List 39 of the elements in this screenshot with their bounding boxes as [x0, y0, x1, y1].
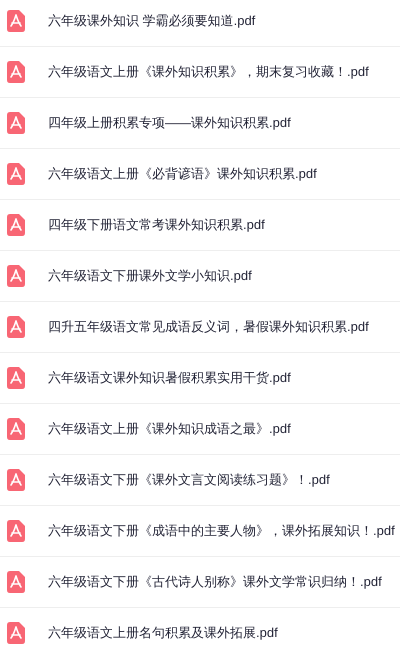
pdf-icon	[7, 571, 25, 593]
file-row[interactable]: 四年级下册语文常考课外知识积累.pdf	[0, 200, 400, 251]
file-name: 六年级课外知识 学霸必须要知道.pdf	[48, 12, 256, 30]
file-name: 六年级语文课外知识暑假积累实用干货.pdf	[48, 369, 291, 388]
file-row[interactable]: 四升五年级语文常见成语反义词，暑假课外知识积累.pdf	[0, 302, 400, 353]
pdf-icon	[7, 10, 25, 32]
file-name: 六年级语文上册《课外知识积累》，期末复习收藏！.pdf	[48, 63, 369, 82]
pdf-icon	[7, 469, 25, 491]
file-name: 六年级语文上册《必背谚语》课外知识积累.pdf	[48, 165, 317, 184]
file-name: 六年级语文上册《课外知识成语之最》.pdf	[48, 420, 291, 438]
pdf-icon	[7, 265, 25, 287]
file-row[interactable]: 六年级语文上册名句积累及课外拓展.pdf	[0, 608, 400, 653]
file-name: 六年级语文上册名句积累及课外拓展.pdf	[48, 624, 278, 642]
pdf-icon	[7, 61, 25, 83]
file-name: 六年级语文下册课外文学小知识.pdf	[48, 267, 252, 286]
file-row[interactable]: 六年级课外知识 学霸必须要知道.pdf	[0, 0, 400, 47]
file-row[interactable]: 四年级上册积累专项——课外知识积累.pdf	[0, 98, 400, 149]
file-row[interactable]: 六年级语文下册课外文学小知识.pdf	[0, 251, 400, 302]
file-row[interactable]: 六年级语文课外知识暑假积累实用干货.pdf	[0, 353, 400, 404]
file-name: 四升五年级语文常见成语反义词，暑假课外知识积累.pdf	[48, 318, 369, 336]
file-name: 四年级下册语文常考课外知识积累.pdf	[48, 216, 265, 234]
pdf-icon	[7, 316, 25, 338]
file-row[interactable]: 六年级语文上册《课外知识成语之最》.pdf	[0, 404, 400, 455]
pdf-icon	[7, 112, 25, 134]
pdf-icon	[7, 367, 25, 389]
pdf-icon	[7, 214, 25, 236]
pdf-icon	[7, 163, 25, 185]
file-row[interactable]: 六年级语文上册《必背谚语》课外知识积累.pdf	[0, 149, 400, 200]
file-row[interactable]: 六年级语文下册《课外文言文阅读练习题》！.pdf	[0, 455, 400, 506]
pdf-icon	[7, 520, 25, 542]
file-name: 六年级语文下册《古代诗人别称》课外文学常识归纳！.pdf	[48, 573, 382, 592]
pdf-icon	[7, 622, 25, 644]
file-row[interactable]: 六年级语文下册《古代诗人别称》课外文学常识归纳！.pdf	[0, 557, 400, 608]
file-name: 六年级语文下册《课外文言文阅读练习题》！.pdf	[48, 471, 330, 490]
file-row[interactable]: 六年级语文下册《成语中的主要人物》，课外拓展知识！.pdf	[0, 506, 400, 557]
file-row[interactable]: 六年级语文上册《课外知识积累》，期末复习收藏！.pdf	[0, 47, 400, 98]
pdf-icon	[7, 418, 25, 440]
file-name: 六年级语文下册《成语中的主要人物》，课外拓展知识！.pdf	[48, 522, 395, 540]
file-name: 四年级上册积累专项——课外知识积累.pdf	[48, 114, 291, 132]
